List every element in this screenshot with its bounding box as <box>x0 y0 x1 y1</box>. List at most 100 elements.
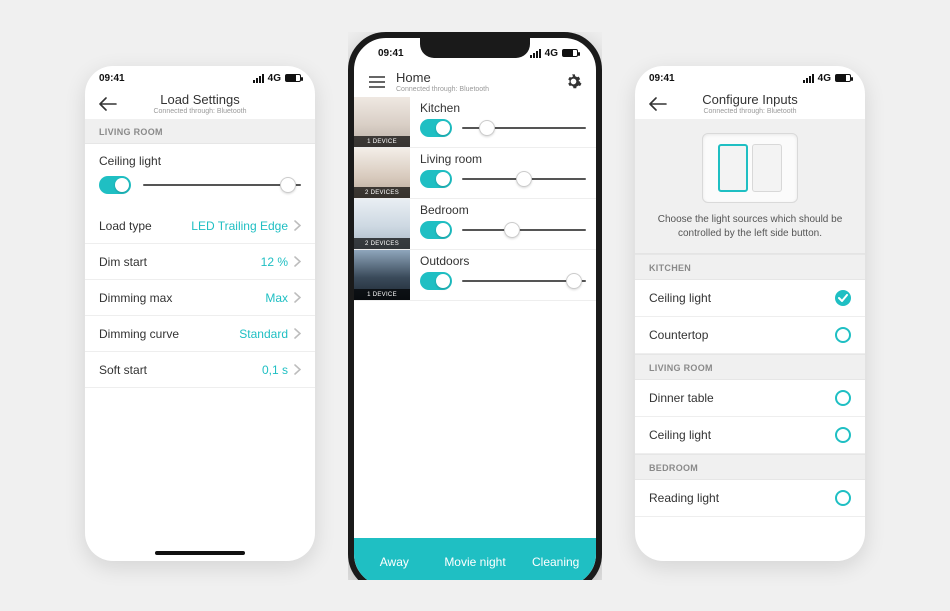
scenes-bar: Away Movie night Cleaning <box>354 538 596 580</box>
room-thumbnail[interactable]: 1 DEVICE <box>354 97 410 147</box>
ceiling-light-block: Ceiling light <box>85 144 315 168</box>
chevron-right-icon <box>294 256 301 267</box>
stage: 09:41 4G Load Settings Connected through… <box>0 0 950 611</box>
setting-row[interactable]: Soft start0,1 s <box>85 352 315 388</box>
room-slider[interactable] <box>462 127 586 129</box>
switch-left-button[interactable] <box>718 144 748 192</box>
header: Configure Inputs Connected through: Blue… <box>635 90 865 119</box>
hero-description: Choose the light sources which should be… <box>653 213 847 241</box>
input-option-row[interactable]: Ceiling light <box>635 280 865 317</box>
setting-row[interactable]: Dimming max Max <box>85 280 315 316</box>
input-option-row[interactable]: Reading light <box>635 480 865 517</box>
status-bar: 09:41 4G <box>85 66 315 90</box>
back-button[interactable] <box>97 93 119 115</box>
option-label: Ceiling light <box>649 428 711 442</box>
radio-icon <box>835 427 851 443</box>
phone-home: 09:41 4G Home Connected through: Bluetoo… <box>348 32 602 580</box>
room-thumbnail[interactable]: 1 DEVICE <box>354 250 410 300</box>
phone-load-settings: 09:41 4G Load Settings Connected through… <box>85 66 315 561</box>
signal-icon <box>803 74 814 83</box>
room-toggle[interactable] <box>420 221 452 239</box>
option-label: Ceiling light <box>649 291 711 305</box>
scene-away[interactable]: Away <box>354 555 435 569</box>
ceiling-light-slider[interactable] <box>143 184 301 186</box>
room-slider[interactable] <box>462 229 586 231</box>
section-header-living-room: LIVING ROOM <box>85 119 315 144</box>
menu-button[interactable] <box>366 71 388 93</box>
room-name: Bedroom <box>420 203 586 217</box>
slider-knob[interactable] <box>566 273 582 289</box>
section-header: BEDROOM <box>635 454 865 480</box>
radio-icon <box>835 490 851 506</box>
battery-icon <box>835 74 851 82</box>
room-thumbnail[interactable]: 2 DEVICES <box>354 199 410 249</box>
slider-knob[interactable] <box>504 222 520 238</box>
setting-label: Dim start <box>99 255 147 269</box>
page-subtitle: Connected through: Bluetooth <box>669 108 831 115</box>
network-label: 4G <box>268 73 281 84</box>
option-label: Countertop <box>649 328 708 342</box>
scene-cleaning[interactable]: Cleaning <box>515 555 596 569</box>
status-right: 4G <box>530 48 578 59</box>
device-count-badge: 2 DEVICES <box>354 187 410 198</box>
room-toggle[interactable] <box>420 119 452 137</box>
radio-icon <box>835 327 851 343</box>
device-count-badge: 2 DEVICES <box>354 238 410 249</box>
network-label: 4G <box>545 48 558 59</box>
room-name: Kitchen <box>420 101 586 115</box>
settings-button[interactable] <box>562 71 584 93</box>
setting-value: 12 % <box>261 255 301 269</box>
gear-icon <box>565 73 582 90</box>
input-option-row[interactable]: Ceiling light <box>635 417 865 454</box>
status-time: 09:41 <box>99 73 125 84</box>
option-label: Dinner table <box>649 391 714 405</box>
control-label: Ceiling light <box>99 154 301 168</box>
slider-knob[interactable] <box>516 171 532 187</box>
setting-label: Dimming curve <box>99 327 179 341</box>
section-header: KITCHEN <box>635 254 865 280</box>
input-option-row[interactable]: Dinner table <box>635 380 865 417</box>
home-indicator <box>155 551 245 555</box>
room-toggle[interactable] <box>420 170 452 188</box>
status-time: 09:41 <box>649 73 675 84</box>
battery-icon <box>285 74 301 82</box>
room-slider[interactable] <box>462 280 586 282</box>
setting-row[interactable]: Dimming curveStandard <box>85 316 315 352</box>
chevron-right-icon <box>294 220 301 231</box>
radio-icon <box>835 390 851 406</box>
signal-icon <box>530 49 541 58</box>
room-name: Living room <box>420 152 586 166</box>
setting-row[interactable]: Load typeLED Trailing Edge <box>85 208 315 244</box>
setting-label: Load type <box>99 219 152 233</box>
status-right: 4G <box>253 73 301 84</box>
input-option-row[interactable]: Countertop <box>635 317 865 354</box>
room-toggle[interactable] <box>420 272 452 290</box>
device-count-badge: 1 DEVICE <box>354 289 410 300</box>
setting-row[interactable]: Dim start 12 % <box>85 244 315 280</box>
scene-movie-night[interactable]: Movie night <box>435 555 516 569</box>
status-right: 4G <box>803 73 851 84</box>
page-title: Load Settings <box>119 92 281 107</box>
page-title: Configure Inputs <box>669 92 831 107</box>
status-time: 09:41 <box>378 48 404 59</box>
switch-right-button[interactable] <box>752 144 782 192</box>
setting-label: Soft start <box>99 363 147 377</box>
setting-value: Max <box>265 291 301 305</box>
status-bar: 09:41 4G <box>635 66 865 90</box>
network-label: 4G <box>818 73 831 84</box>
status-bar: 09:41 4G <box>354 38 596 68</box>
wall-switch-illustration <box>702 133 798 203</box>
chevron-right-icon <box>294 364 301 375</box>
back-button[interactable] <box>647 93 669 115</box>
page-subtitle: Connected through: Bluetooth <box>119 108 281 115</box>
slider-knob[interactable] <box>479 120 495 136</box>
ceiling-light-toggle[interactable] <box>99 176 131 194</box>
chevron-right-icon <box>294 292 301 303</box>
arrow-left-icon <box>99 97 117 111</box>
phone-home-wrap: 09:41 4G Home Connected through: Bluetoo… <box>348 32 602 580</box>
slider-knob[interactable] <box>280 177 296 193</box>
room-thumbnail[interactable]: 2 DEVICES <box>354 148 410 198</box>
setting-label: Dimming max <box>99 291 172 305</box>
room-slider[interactable] <box>462 178 586 180</box>
page-title: Home <box>396 70 562 85</box>
